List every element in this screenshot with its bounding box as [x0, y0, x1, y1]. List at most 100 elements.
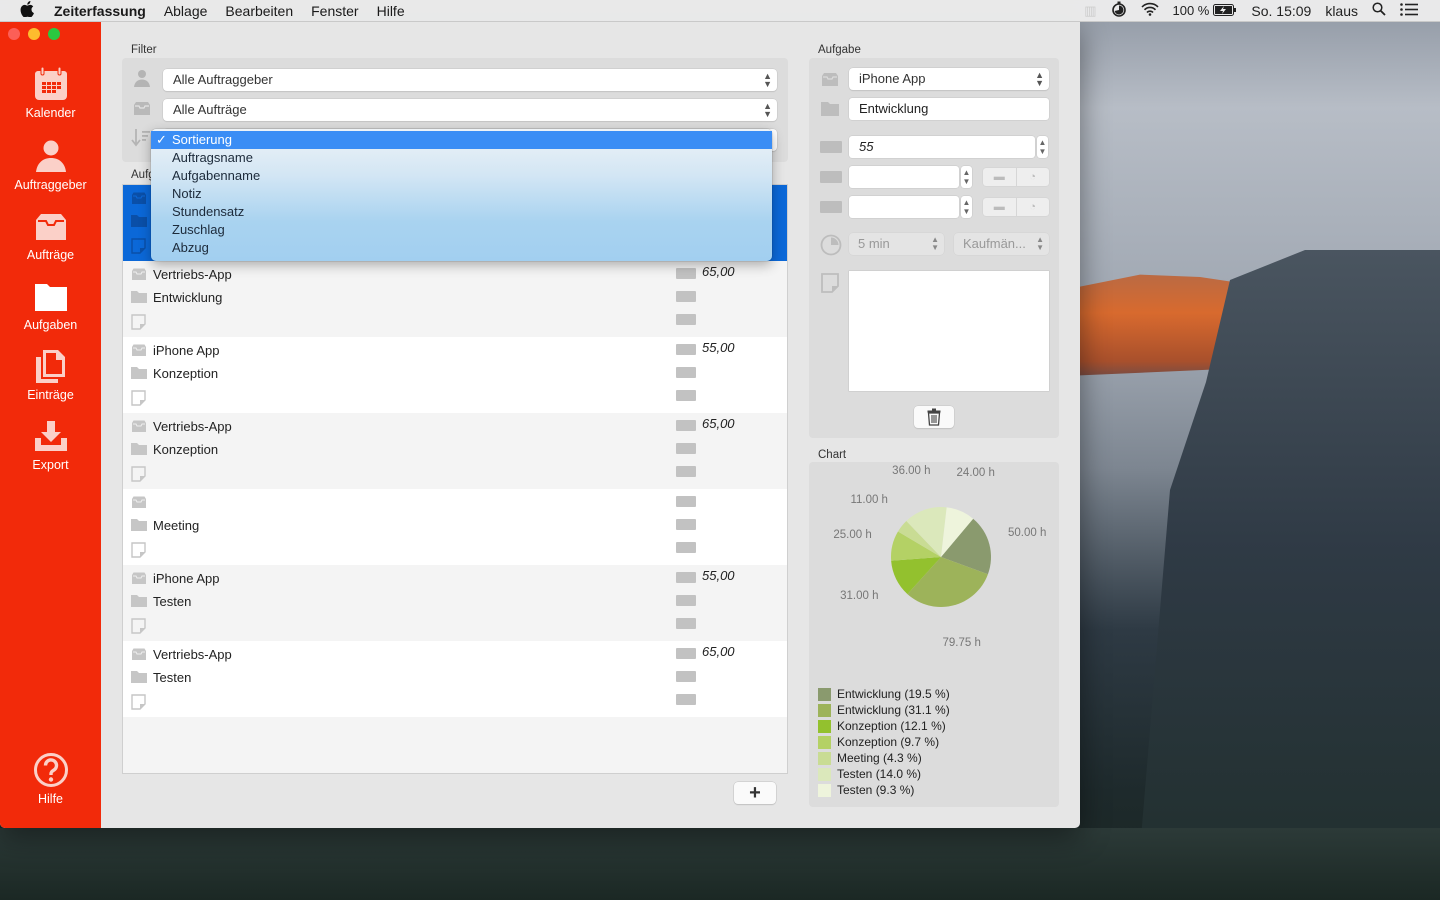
zoom-window-button[interactable] [48, 28, 60, 40]
row-task: Meeting [131, 515, 199, 535]
sort-option-stundensatz[interactable]: Stundensatz [151, 203, 772, 221]
clock[interactable]: So. 15:09 [1251, 3, 1311, 19]
row-order-text: Vertriebs-App [153, 418, 232, 434]
task-list-row[interactable]: iPhone App 55,00 Konzeption [123, 337, 787, 413]
notification-center-icon[interactable] [1400, 2, 1418, 19]
battery-charging-icon[interactable] [1213, 3, 1237, 19]
flag-icon[interactable]: ▬ [983, 198, 1017, 216]
deduction-input[interactable] [849, 196, 959, 218]
apple-menu-icon[interactable] [20, 0, 36, 21]
spotlight-search-icon[interactable] [1372, 2, 1386, 19]
menu-fenster[interactable]: Fenster [311, 3, 358, 19]
stopwatch-icon[interactable]: ◔ [1017, 198, 1050, 216]
delete-task-button[interactable] [914, 406, 954, 428]
deduction-money-icon [676, 694, 696, 705]
sort-option-sortierung[interactable]: ✓ Sortierung [151, 131, 772, 149]
sidebar-item-auftraege[interactable]: Aufträge [0, 208, 101, 262]
legend-label: Testen (14.0 %) [837, 767, 922, 781]
row-task-text: Konzeption [153, 365, 219, 381]
user-name[interactable]: klaus [1325, 3, 1358, 19]
status-bars-icon[interactable]: ▥ [1084, 3, 1096, 19]
calendar-icon [33, 66, 69, 102]
menu-app-name[interactable]: Zeiterfassung [54, 3, 146, 19]
row-amount-2 [676, 618, 702, 629]
stopwatch-icon[interactable] [1111, 1, 1127, 20]
rate-money-icon [676, 572, 696, 583]
select-arrows-icon: ▲▼ [763, 101, 772, 119]
row-rate-value: 55,00 [702, 568, 735, 583]
note-textarea[interactable] [849, 271, 1049, 391]
task-name-input[interactable]: Entwicklung [849, 98, 1049, 120]
sidebar-item-aufgaben[interactable]: Aufgaben [0, 278, 101, 332]
rounding-mode-select[interactable]: Kaufmän... ▲ ▼ [954, 233, 1049, 255]
hourly-rate-input[interactable]: 55 [849, 136, 1035, 158]
task-list-row[interactable]: Vertriebs-App 65,00 Konzeption [123, 413, 787, 489]
menu-hilfe[interactable]: Hilfe [377, 3, 405, 19]
close-window-button[interactable] [8, 28, 20, 40]
row-amount-2 [676, 694, 702, 705]
sort-option-zuschlag[interactable]: Zuschlag [151, 221, 772, 239]
sort-option-auftragsname[interactable]: Auftragsname [151, 149, 772, 167]
task-list-row[interactable]: iPhone App 55,00 Testen [123, 565, 787, 641]
row-order [131, 492, 153, 512]
deduction-stepper[interactable]: ▲ ▼ [961, 196, 972, 218]
deduction-money-icon [676, 618, 696, 629]
pie-slice-label: 50.00 h [1007, 526, 1047, 539]
task-list-row[interactable]: Vertriebs-App 65,00 Testen [123, 641, 787, 717]
row-task [131, 211, 153, 231]
client-filter-select[interactable]: Alle Auftraggeber ▲ ▼ [163, 69, 777, 91]
inbox-tray-icon [131, 572, 147, 584]
chart-section-label: Chart [818, 449, 847, 461]
deduction-mode-segmented[interactable]: ▬ ◔ [983, 198, 1049, 216]
row-amount-1 [676, 595, 702, 606]
select-arrows-icon: ▲▼ [931, 235, 939, 252]
rounding-clock-icon [820, 234, 842, 259]
select-arrows-icon: ▲▼ [1035, 70, 1044, 88]
row-task: Konzeption [131, 363, 218, 383]
rounding-interval-value: 5 min [858, 236, 890, 251]
pie-slice-label: 31.00 h [840, 589, 879, 602]
task-list[interactable]: Vertriebs-App 65,00 Entwicklung iPhone App 5… [122, 184, 788, 774]
stopwatch-icon[interactable]: ◔ [1017, 168, 1050, 186]
surcharge-money-icon [676, 671, 696, 682]
battery-percent[interactable]: 100 % [1173, 3, 1210, 18]
wifi-icon[interactable] [1140, 2, 1159, 19]
sidebar-item-eintraege[interactable]: Einträge [0, 348, 101, 402]
row-task: Konzeption [131, 439, 218, 459]
legend-label: Testen (9.3 %) [837, 783, 915, 797]
minimize-window-button[interactable] [28, 28, 40, 40]
sidebar-item-label: Kalender [25, 106, 76, 120]
surcharge-stepper[interactable]: ▲ ▼ [961, 166, 972, 188]
note-icon [131, 314, 147, 330]
legend-label: Entwicklung (19.5 %) [837, 687, 950, 701]
row-order: iPhone App [131, 568, 220, 588]
task-order-select[interactable]: iPhone App ▲ ▼ [849, 68, 1049, 90]
documents-icon [33, 348, 69, 384]
flag-icon[interactable]: ▬ [983, 168, 1017, 186]
rounding-interval-select[interactable]: 5 min ▲ ▼ [849, 233, 944, 255]
surcharge-input[interactable] [849, 166, 959, 188]
legend-item: Meeting (4.3 %) [818, 750, 950, 766]
order-filter-select[interactable]: Alle Aufträge ▲ ▼ [163, 99, 777, 121]
help-icon [33, 752, 69, 788]
person-icon [33, 138, 69, 174]
sort-option-notiz[interactable]: Notiz [151, 185, 772, 203]
sidebar-item-export[interactable]: Export [0, 418, 101, 472]
surcharge-mode-segmented[interactable]: ▬ ◔ [983, 168, 1049, 186]
sort-option-aufgabenname[interactable]: Aufgabenname [151, 167, 772, 185]
task-list-row[interactable]: Meeting [123, 489, 787, 565]
task-list-row[interactable]: Vertriebs-App 65,00 Entwicklung [123, 261, 787, 337]
menu-ablage[interactable]: Ablage [164, 3, 208, 19]
sidebar-item-hilfe[interactable]: Hilfe [0, 752, 101, 806]
row-task-text: Testen [153, 593, 192, 609]
hourly-rate-stepper[interactable]: ▲ ▼ [1037, 136, 1048, 158]
sort-option-abzug[interactable]: Abzug [151, 239, 772, 257]
rate-money-icon [820, 141, 848, 156]
add-task-button[interactable]: + [734, 782, 776, 804]
menu-bearbeiten[interactable]: Bearbeiten [225, 3, 293, 19]
sidebar-item-label: Hilfe [37, 792, 63, 806]
sidebar-item-kalender[interactable]: Kalender [0, 66, 101, 120]
row-amount-0: 55,00 [676, 568, 735, 583]
folder-icon [821, 102, 839, 119]
sidebar-item-auftraggeber[interactable]: Auftraggeber [0, 138, 101, 192]
